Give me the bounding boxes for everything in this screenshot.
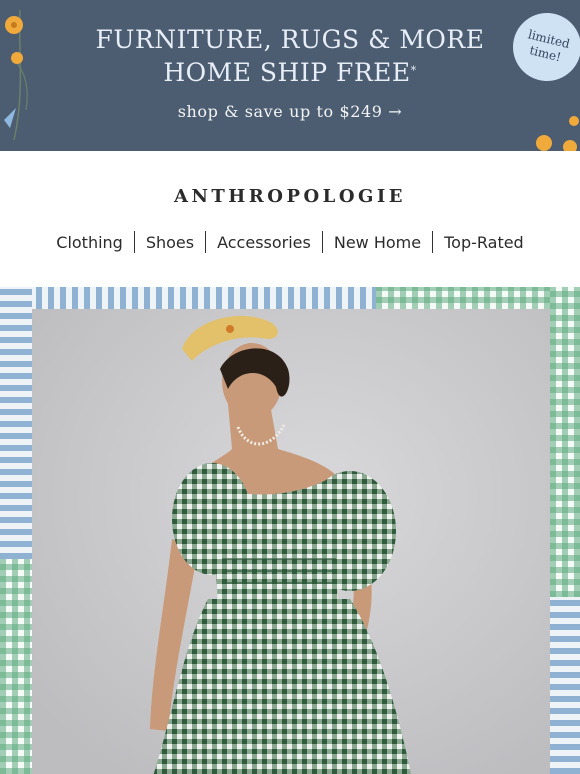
promo-shop-link[interactable]: shop & save up to $249 → bbox=[0, 102, 580, 121]
gingham-border-left bbox=[0, 559, 32, 774]
promo-banner[interactable]: FURNITURE, RUGS & MORE HOME SHIP FREE* s… bbox=[0, 0, 580, 151]
gingham-border-right bbox=[550, 287, 580, 597]
promo-headline: FURNITURE, RUGS & MORE HOME SHIP FREE* bbox=[0, 23, 580, 89]
nav-item-top-rated[interactable]: Top-Rated bbox=[433, 233, 535, 252]
site-header: ANTHROPOLOGIE Clothing Shoes Accessories… bbox=[0, 151, 580, 281]
nav-item-clothing[interactable]: Clothing bbox=[45, 233, 134, 252]
main-nav: Clothing Shoes Accessories New Home Top-… bbox=[0, 231, 580, 253]
nav-item-new-home[interactable]: New Home bbox=[323, 233, 432, 252]
model-photo bbox=[32, 309, 550, 774]
nav-item-accessories[interactable]: Accessories bbox=[206, 233, 322, 252]
stripe-border-left bbox=[0, 287, 32, 559]
stripe-border-right bbox=[550, 597, 580, 774]
model-illustration bbox=[32, 309, 550, 774]
hero-image[interactable] bbox=[0, 281, 580, 774]
promo-headline-line2: HOME SHIP FREE* bbox=[163, 58, 417, 87]
asterisk: * bbox=[410, 64, 417, 77]
brand-logo[interactable]: ANTHROPOLOGIE bbox=[0, 186, 580, 207]
nav-item-shoes[interactable]: Shoes bbox=[135, 233, 205, 252]
promo-headline-line1: FURNITURE, RUGS & MORE bbox=[95, 25, 485, 54]
